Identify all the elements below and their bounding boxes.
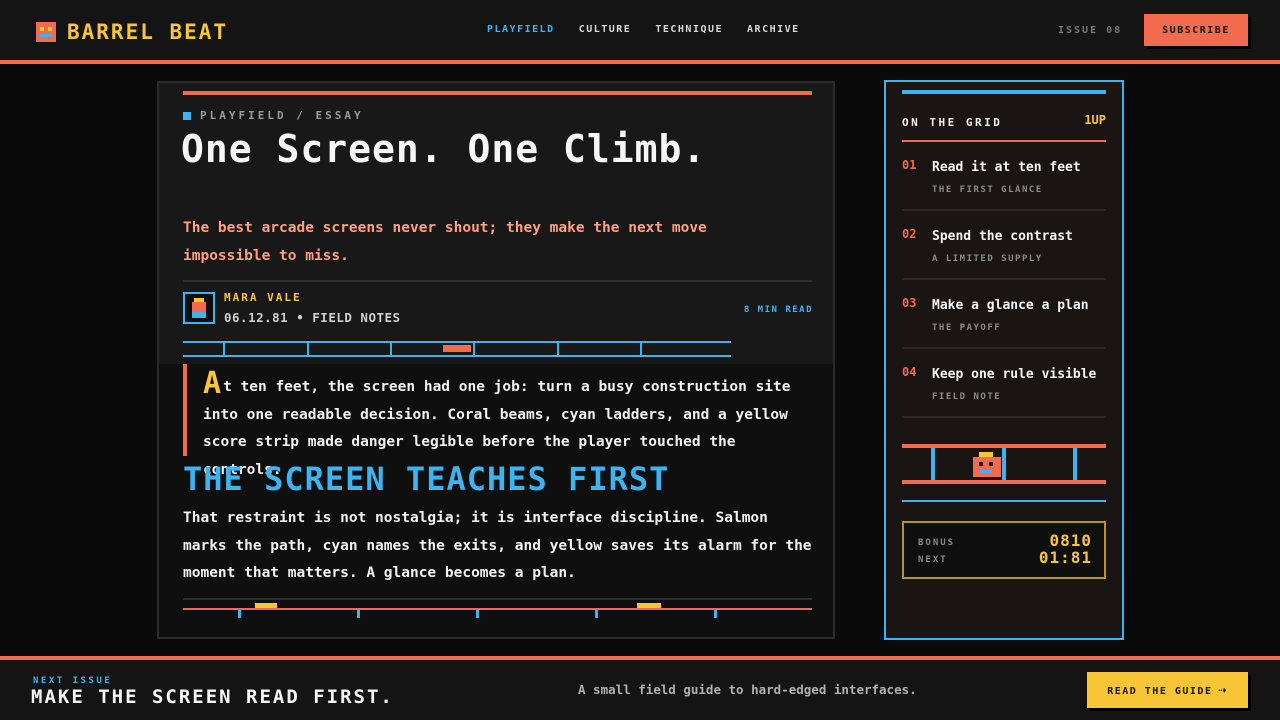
read-time: 8 MIN READ [743,305,813,315]
nav-item-playfield[interactable]: PLAYFIELD [487,24,555,35]
article-headline: One Screen. One Climb. [181,127,707,171]
score-panel: BONUS 0810 NEXT 01:81 [902,521,1106,579]
sidebar-item-1[interactable]: 01 Read it at ten feet THE FIRST GLANCE [902,142,1106,211]
kicker-square-icon [183,111,191,120]
item-title: Keep one rule visible [932,367,1097,382]
sidebar-tag: 1UP [1084,113,1106,127]
item-number: 02 [902,227,917,241]
decorative-track-bottom [183,603,812,618]
sidebar-list: 01 Read it at ten feet THE FIRST GLANCE … [902,142,1106,418]
article-dek: The best arcade screens never shout; the… [183,220,707,264]
top-divider [0,60,1280,64]
item-number: 01 [902,158,917,172]
decorative-track-top [183,341,731,357]
brand[interactable]: BARREL BEAT [36,20,228,44]
nav-item-archive[interactable]: ARCHIVE [747,24,800,35]
bonus-label: BONUS [918,538,956,548]
footer-bar: NEXT ISSUE MAKE THE SCREEN READ FIRST. A… [0,660,1280,720]
kicker: PLAYFIELD / ESSAY [183,109,364,122]
item-title: Read it at ten feet [932,160,1081,175]
next-label: NEXT [918,555,948,565]
drop-cap: A [203,366,222,401]
item-subtitle: FIELD NOTE [932,392,1002,402]
article-card: PLAYFIELD / ESSAY One Screen. One Climb.… [157,81,835,639]
article-header: PLAYFIELD / ESSAY One Screen. One Climb.… [159,83,833,364]
author-name[interactable]: MARA VALE [224,291,302,304]
subscribe-button[interactable]: SUBSCRIBE [1144,14,1248,46]
item-subtitle: THE FIRST GLANCE [932,185,1043,195]
item-number: 04 [902,365,917,379]
brand-logo-icon [36,22,56,42]
sidebar-top-rule [902,90,1106,94]
section-heading: THE SCREEN TEACHES FIRST [183,460,670,498]
sidebar-title: ON THE GRID [902,116,1003,129]
item-subtitle: THE PAYOFF [932,323,1002,333]
sidebar-item-2[interactable]: 02 Spend the contrast A LIMITED SUPPLY [902,211,1106,280]
dateline: 06.12.81 • FIELD NOTES [224,310,401,325]
lead-paragraph: At ten feet, the screen had one job: tur… [183,364,813,478]
read-guide-button[interactable]: READ THE GUIDE ⇢ [1087,672,1248,708]
main-nav: PLAYFIELD CULTURE TECHNIQUE ARCHIVE [487,24,800,35]
arrow-right-icon: ⇢ [1218,682,1228,698]
next-issue-label: NEXT ISSUE [33,676,113,686]
item-title: Make a glance a plan [932,298,1089,313]
sidebar-on-the-grid: ON THE GRID 1UP 01 Read it at ten feet T… [884,80,1124,640]
issue-label: ISSUE 08 [1058,25,1123,36]
brand-name: BARREL BEAT [67,20,229,44]
byline-divider [183,280,812,282]
sidebar-item-3[interactable]: 03 Make a glance a plan THE PAYOFF [902,280,1106,349]
next-issue-title: MAKE THE SCREEN READ FIRST. [31,686,394,708]
top-bar: BARREL BEAT PLAYFIELD CULTURE TECHNIQUE … [0,0,1280,60]
item-title: Spend the contrast [932,229,1073,244]
footer-blurb: A small field guide to hard-edged interf… [578,682,917,697]
item-number: 03 [902,296,917,310]
mini-playfield-illustration [902,444,1106,502]
read-guide-label: READ THE GUIDE [1107,685,1213,697]
nav-item-culture[interactable]: CULTURE [579,24,632,35]
body-paragraph: That restraint is not nostalgia; it is i… [183,510,812,581]
nav-item-technique[interactable]: TECHNIQUE [655,24,723,35]
kicker-text: PLAYFIELD / ESSAY [200,109,364,122]
sidebar-item-4[interactable]: 04 Keep one rule visible FIELD NOTE [902,349,1106,418]
article-top-rule [183,91,812,95]
author-avatar-icon [183,292,215,324]
article-body: At ten feet, the screen had one job: tur… [159,364,833,637]
next-value: 01:81 [1038,548,1092,567]
item-subtitle: A LIMITED SUPPLY [932,254,1043,264]
